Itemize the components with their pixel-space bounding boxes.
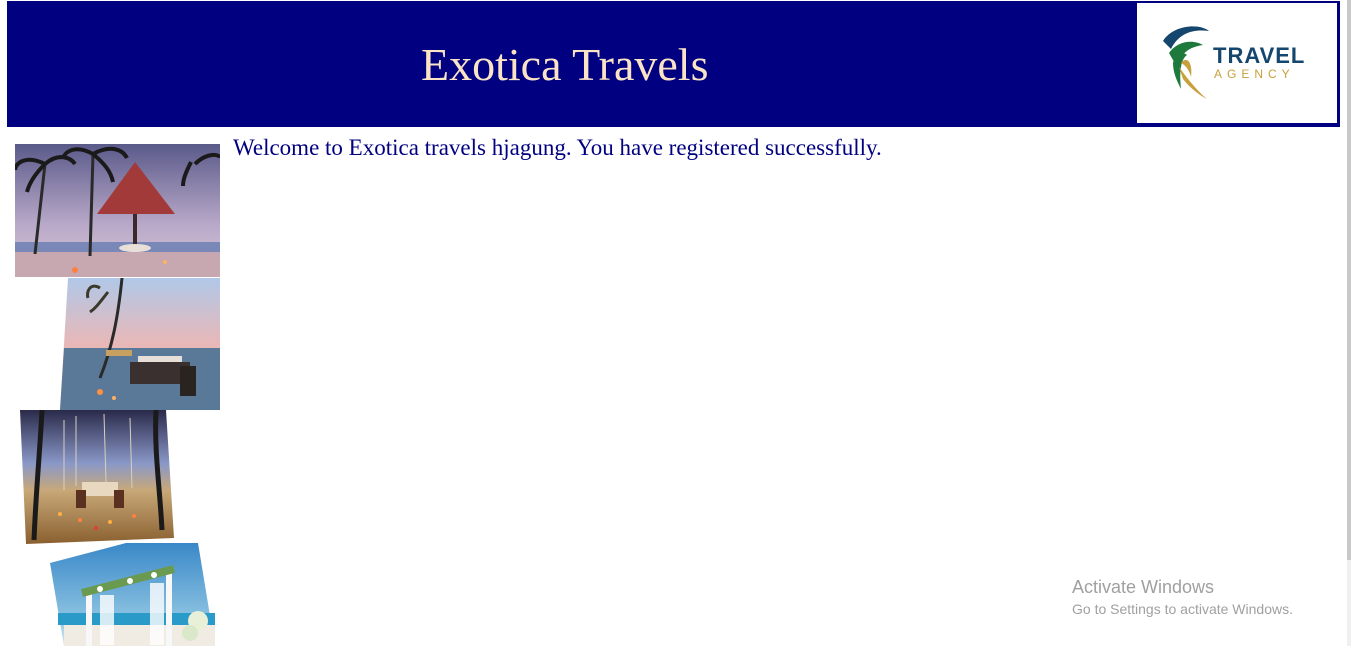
travel-agency-logo[interactable]: TRAVEL AGENCY bbox=[1137, 3, 1337, 123]
site-title: Exotica Travels bbox=[421, 39, 709, 90]
page: Exotica Travels TRAVEL AGENCY Welcome to… bbox=[0, 0, 1351, 646]
beach-wedding-arch-photo bbox=[50, 543, 215, 646]
logo-text-agency: AGENCY bbox=[1214, 67, 1295, 81]
site-header: Exotica Travels TRAVEL AGENCY bbox=[7, 1, 1340, 127]
watermark-title: Activate Windows bbox=[1072, 577, 1215, 597]
candlelit-beach-dinner-photo bbox=[20, 410, 174, 544]
palm-logo-icon bbox=[1163, 26, 1209, 99]
welcome-message: Welcome to Exotica travels hjagung. You … bbox=[233, 135, 882, 160]
activate-windows-watermark: Activate Windows Go to Settings to activ… bbox=[1072, 575, 1293, 619]
scrollbar-thumb[interactable] bbox=[1347, 0, 1351, 560]
watermark-subtitle: Go to Settings to activate Windows. bbox=[1072, 601, 1293, 617]
logo-text-travel: TRAVEL bbox=[1213, 43, 1306, 68]
beach-hut-sunset-photo bbox=[15, 144, 220, 277]
beach-dinner-swing-photo bbox=[60, 278, 220, 410]
